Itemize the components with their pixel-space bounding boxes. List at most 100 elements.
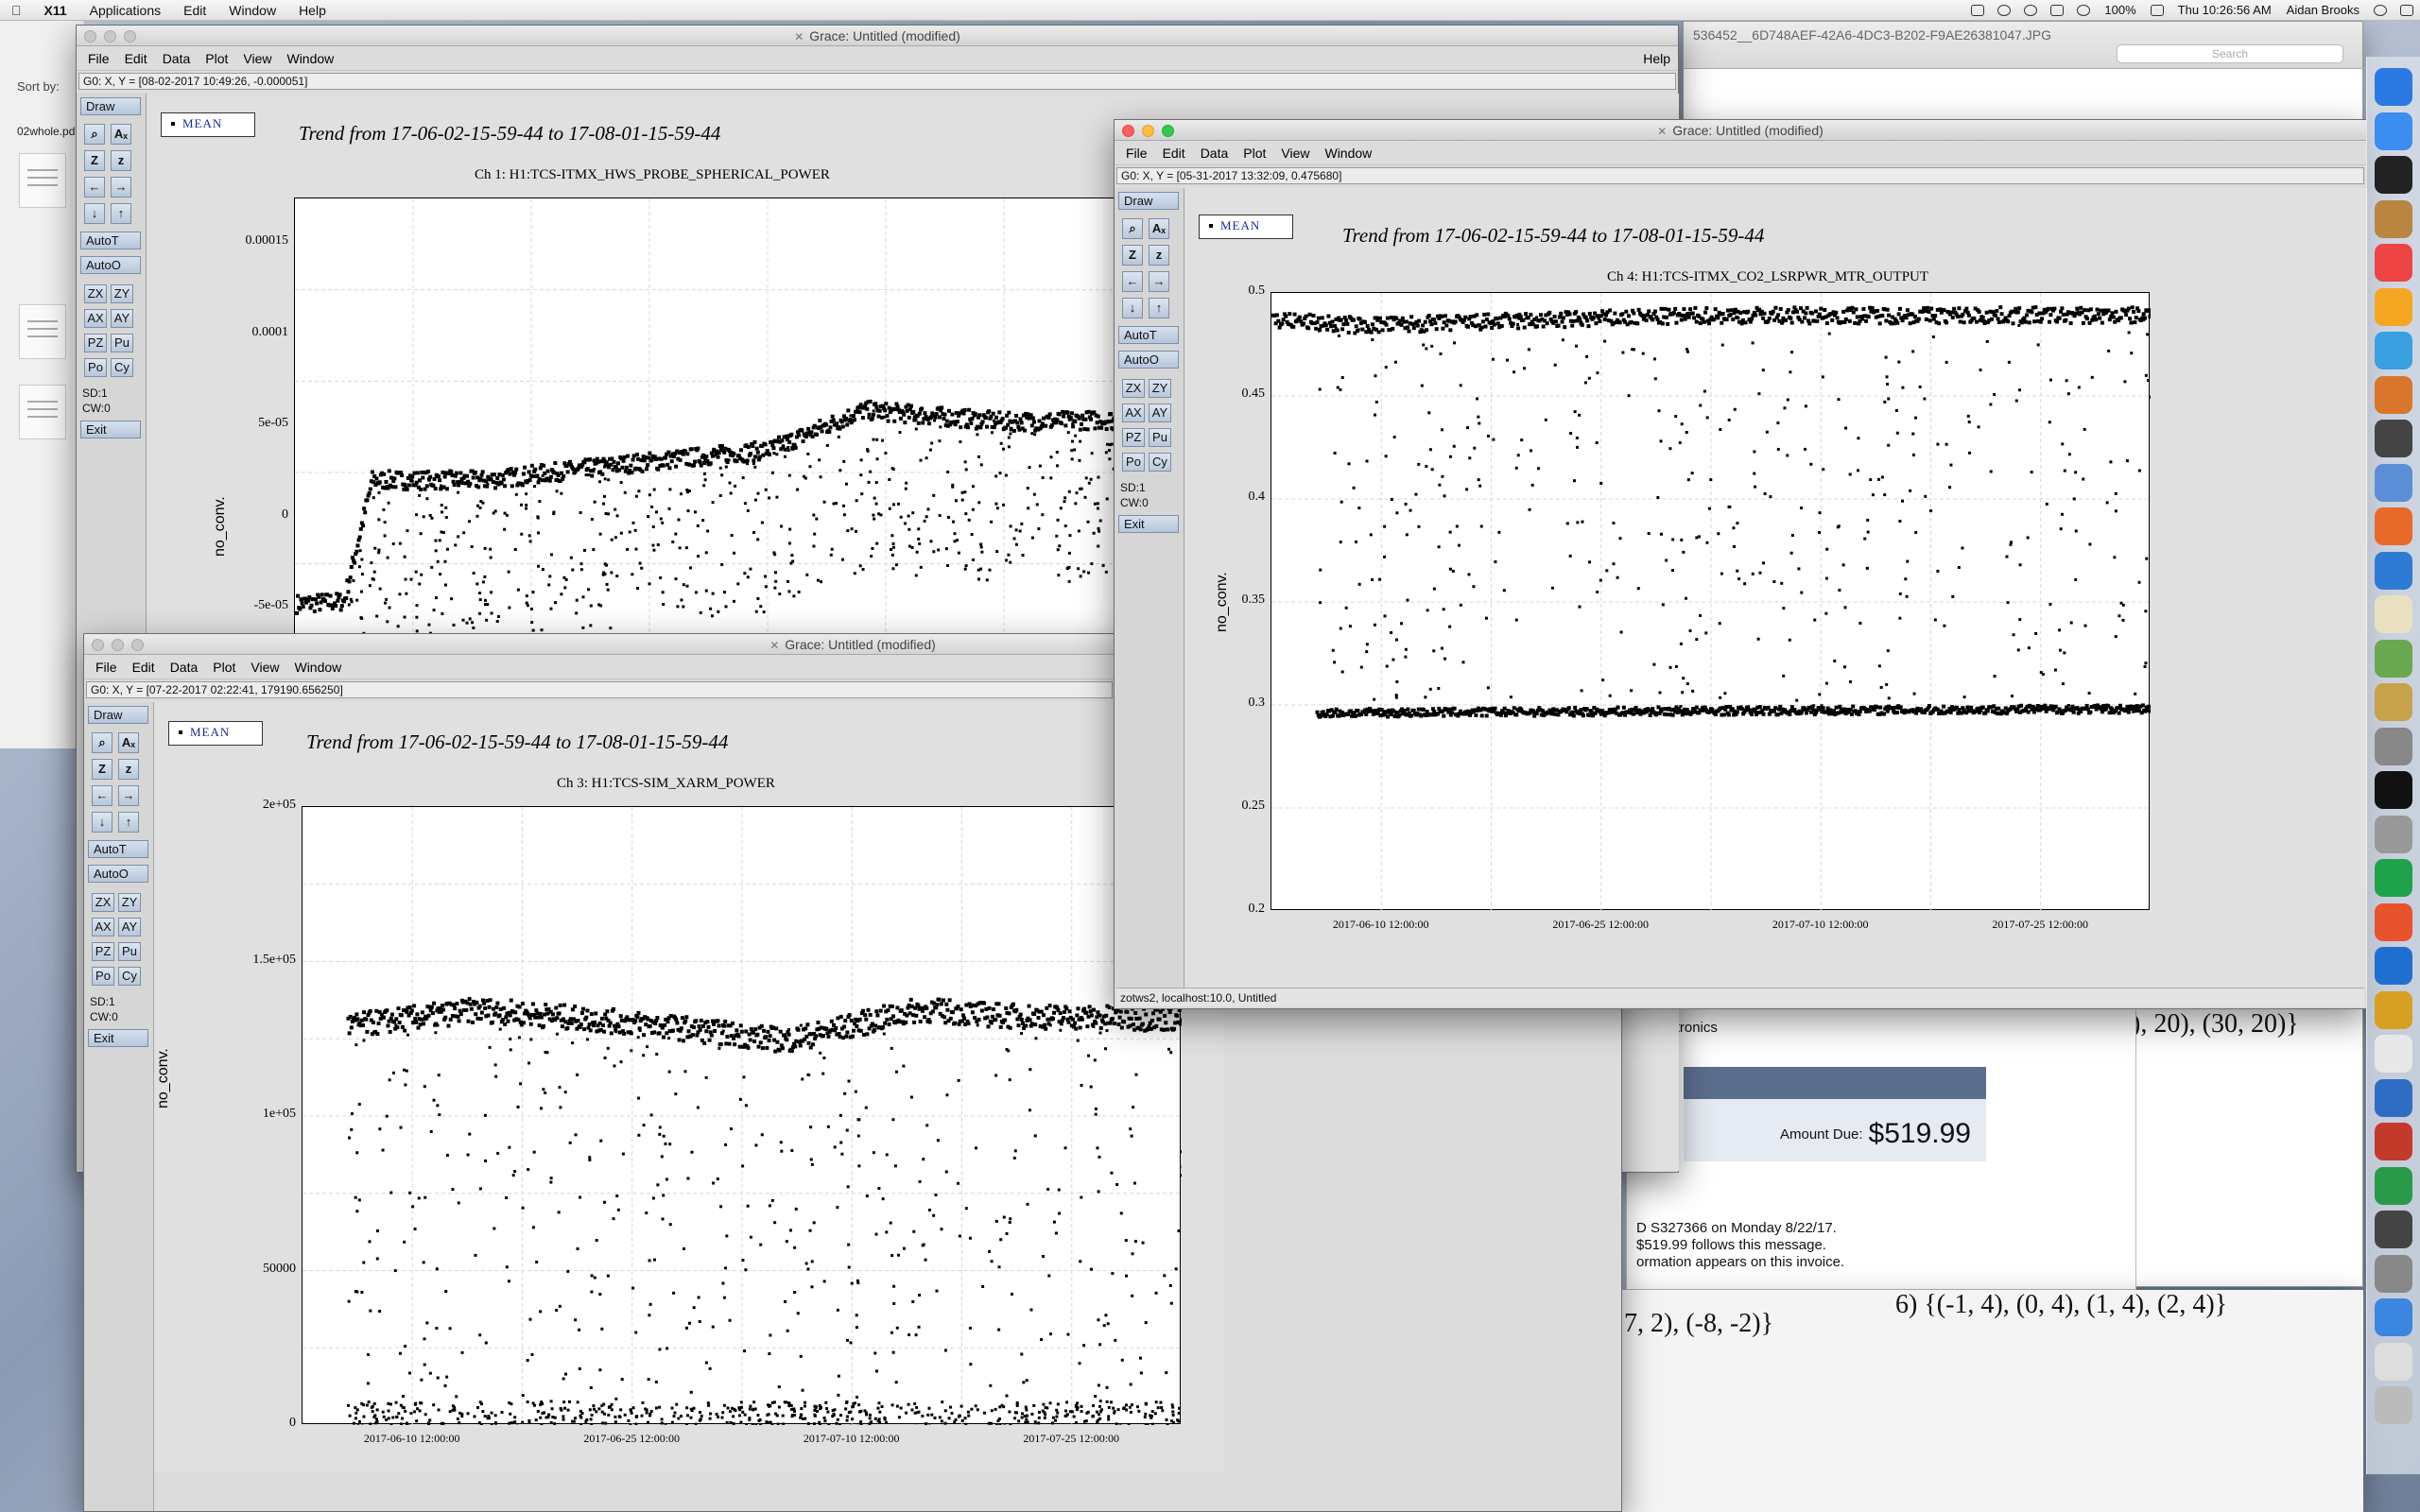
menu-plot[interactable]: Plot <box>1236 146 1273 161</box>
pan-up-button[interactable]: Pu <box>111 334 133 352</box>
battery-percent[interactable]: 100% <box>2097 3 2143 17</box>
menu-help[interactable]: Help <box>1635 51 1678 66</box>
point-button[interactable]: Po <box>84 358 107 377</box>
menu-app[interactable]: X11 <box>33 0 78 21</box>
arrow-up-icon[interactable]: ↑ <box>118 812 139 833</box>
zoom-out-z-icon[interactable]: z <box>118 759 139 780</box>
arrow-down-icon[interactable]: ↓ <box>84 203 105 224</box>
titlebar[interactable]: ✕ Grace: Untitled (modified) <box>1115 120 2366 141</box>
zoom-x-button[interactable]: ZX <box>84 284 107 303</box>
cycle-button[interactable]: Cy <box>118 967 141 986</box>
autoscale-x-button[interactable]: AX <box>84 309 107 328</box>
plot-canvas[interactable]: MEAN Trend from 17-06-02-15-59-44 to 17-… <box>155 702 1223 1472</box>
zoom-out-z-icon[interactable]: z <box>1149 245 1169 266</box>
zoom-x-button[interactable]: ZX <box>1122 379 1145 398</box>
menu-help[interactable]: Help <box>287 0 337 21</box>
autoscale-set-icon[interactable]: Aₓ <box>1149 218 1169 239</box>
autoscale-y-button[interactable]: AY <box>1149 404 1171 422</box>
pan-up-button[interactable]: Pu <box>1149 428 1171 447</box>
clock[interactable]: Thu 10:26:56 AM <box>2170 3 2279 17</box>
menu-plot[interactable]: Plot <box>198 51 235 66</box>
menu-plot[interactable]: Plot <box>205 660 243 675</box>
autoo-button[interactable]: AutoO <box>80 256 141 274</box>
autoscale-y-button[interactable]: AY <box>118 918 141 936</box>
plot-area[interactable] <box>1270 292 2151 911</box>
menu-edit[interactable]: Edit <box>125 660 163 675</box>
menu-data[interactable]: Data <box>163 660 206 675</box>
finder-thumbnail-2[interactable] <box>19 304 66 359</box>
autoscale-x-button[interactable]: AX <box>1122 404 1145 422</box>
wifi-icon[interactable] <box>1997 4 2012 16</box>
time-machine-icon[interactable] <box>2024 4 2038 16</box>
arrow-left-icon[interactable]: ← <box>84 177 105 198</box>
autoscale-set-icon[interactable]: Aₓ <box>118 732 139 753</box>
autoscale-set-icon[interactable]: Aₓ <box>111 124 131 145</box>
user-name[interactable]: Aidan Brooks <box>2279 3 2367 17</box>
menu-view[interactable]: View <box>235 51 279 66</box>
zoom-y-button[interactable]: ZY <box>1149 379 1171 398</box>
autoo-button[interactable]: AutoO <box>1118 351 1179 369</box>
finder-thumbnail-3[interactable] <box>19 385 66 439</box>
menu-file[interactable]: File <box>1118 146 1155 161</box>
battery-icon[interactable] <box>2150 4 2164 16</box>
point-button[interactable]: Po <box>1122 453 1145 472</box>
zoom-y-button[interactable]: ZY <box>111 284 133 303</box>
notification-center-icon[interactable] <box>2400 4 2413 16</box>
autoo-button[interactable]: AutoO <box>88 865 148 883</box>
spotlight-icon[interactable] <box>2374 4 2387 16</box>
apple-menu-icon[interactable]:  <box>0 0 33 21</box>
menu-file[interactable]: File <box>80 51 117 66</box>
exit-button[interactable]: Exit <box>80 421 141 438</box>
menu-applications[interactable]: Applications <box>78 0 173 21</box>
pan-zoom-button[interactable]: PZ <box>92 942 114 961</box>
autoscale-y-button[interactable]: AY <box>111 309 133 328</box>
arrow-right-icon[interactable]: → <box>111 177 131 198</box>
zoom-y-button[interactable]: ZY <box>118 893 141 912</box>
draw-button[interactable]: Draw <box>88 706 148 724</box>
arrow-right-icon[interactable]: → <box>118 785 139 806</box>
status-icon-1[interactable] <box>1971 4 1985 16</box>
preview-search-input[interactable]: Search <box>2117 44 2343 63</box>
menu-view[interactable]: View <box>243 660 286 675</box>
draw-button[interactable]: Draw <box>80 97 141 115</box>
zoom-in-z-icon[interactable]: Z <box>1122 245 1143 266</box>
menu-edit[interactable]: Edit <box>1155 146 1193 161</box>
menu-window[interactable]: Window <box>217 0 287 21</box>
zoom-icon[interactable]: ⌕ <box>84 124 105 145</box>
volume-icon[interactable] <box>2077 4 2091 16</box>
autot-button[interactable]: AutoT <box>88 840 148 858</box>
plot-area[interactable] <box>302 806 1182 1425</box>
exit-button[interactable]: Exit <box>1118 515 1179 533</box>
menu-window[interactable]: Window <box>279 51 341 66</box>
close-button[interactable] <box>1122 125 1134 137</box>
cycle-button[interactable]: Cy <box>1149 453 1171 472</box>
draw-button[interactable]: Draw <box>1118 192 1179 210</box>
arrow-left-icon[interactable]: ← <box>92 785 112 806</box>
finder-file-name[interactable]: 02whole.pd <box>17 125 75 138</box>
finder-thumbnail-1[interactable] <box>19 153 66 208</box>
menu-edit[interactable]: Edit <box>117 51 155 66</box>
arrow-up-icon[interactable]: ↑ <box>1149 298 1169 318</box>
titlebar[interactable]: ✕ Grace: Untitled (modified) <box>77 26 1678 46</box>
bluetooth-icon[interactable] <box>2050 4 2065 16</box>
point-button[interactable]: Po <box>92 967 114 986</box>
arrow-down-icon[interactable]: ↓ <box>1122 298 1143 318</box>
menu-view[interactable]: View <box>1273 146 1317 161</box>
autot-button[interactable]: AutoT <box>80 232 141 249</box>
zoom-in-z-icon[interactable]: Z <box>92 759 112 780</box>
menu-file[interactable]: File <box>88 660 125 675</box>
zoom-in-z-icon[interactable]: Z <box>84 150 105 171</box>
zoom-x-button[interactable]: ZX <box>92 893 114 912</box>
zoom-out-z-icon[interactable]: z <box>111 150 131 171</box>
pan-zoom-button[interactable]: PZ <box>1122 428 1145 447</box>
pan-zoom-button[interactable]: PZ <box>84 334 107 352</box>
zoom-icon[interactable]: ⌕ <box>1122 218 1143 239</box>
arrow-down-icon[interactable]: ↓ <box>92 812 112 833</box>
exit-button[interactable]: Exit <box>88 1029 148 1047</box>
pan-up-button[interactable]: Pu <box>118 942 141 961</box>
arrow-left-icon[interactable]: ← <box>1122 271 1143 292</box>
arrow-up-icon[interactable]: ↑ <box>111 203 131 224</box>
cycle-button[interactable]: Cy <box>111 358 133 377</box>
menu-data[interactable]: Data <box>1193 146 1236 161</box>
menu-window[interactable]: Window <box>1317 146 1379 161</box>
